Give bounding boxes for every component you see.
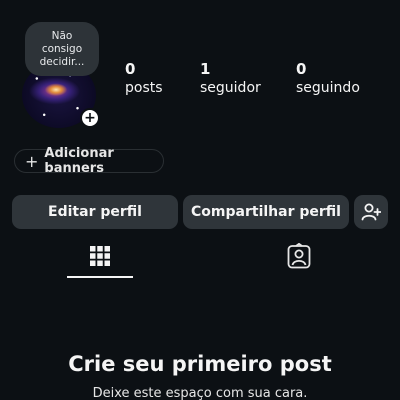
posts-count: 0 [125,60,136,78]
note-bubble[interactable]: Não consigo decidir... [25,22,99,76]
add-person-icon [361,203,381,221]
share-profile-button[interactable]: Compartilhar perfil [183,195,349,229]
empty-state-subtitle: Deixe este espaço com sua cara. [92,386,308,400]
plus-icon: + [25,151,39,171]
add-banners-button[interactable]: + Adicionar banners [14,146,164,176]
posts-label: posts [125,80,163,96]
stat-followers[interactable]: 1 seguidor [200,60,261,96]
tab-tagged[interactable] [266,236,332,276]
following-label: seguindo [296,80,360,96]
add-banners-label: Adicionar banners [44,146,114,176]
plus-icon: + [84,110,96,126]
add-person-button[interactable] [354,195,388,229]
followers-count: 1 [200,60,211,78]
following-count: 0 [296,60,307,78]
empty-state-title: Crie seu primeiro post [68,352,332,376]
stat-following[interactable]: 0 seguindo [296,60,360,96]
add-story-button[interactable]: + [80,108,100,128]
tab-posts-grid[interactable] [67,236,133,276]
share-profile-label: Compartilhar perfil [191,204,341,220]
note-text: Não consigo decidir... [39,29,85,68]
tagged-icon [287,243,311,269]
active-tab-indicator [67,276,133,278]
edit-profile-button[interactable]: Editar perfil [12,195,178,229]
edit-profile-label: Editar perfil [48,204,142,220]
grid-icon [90,246,110,266]
stat-posts[interactable]: 0 posts [125,60,163,96]
followers-label: seguidor [200,80,261,96]
